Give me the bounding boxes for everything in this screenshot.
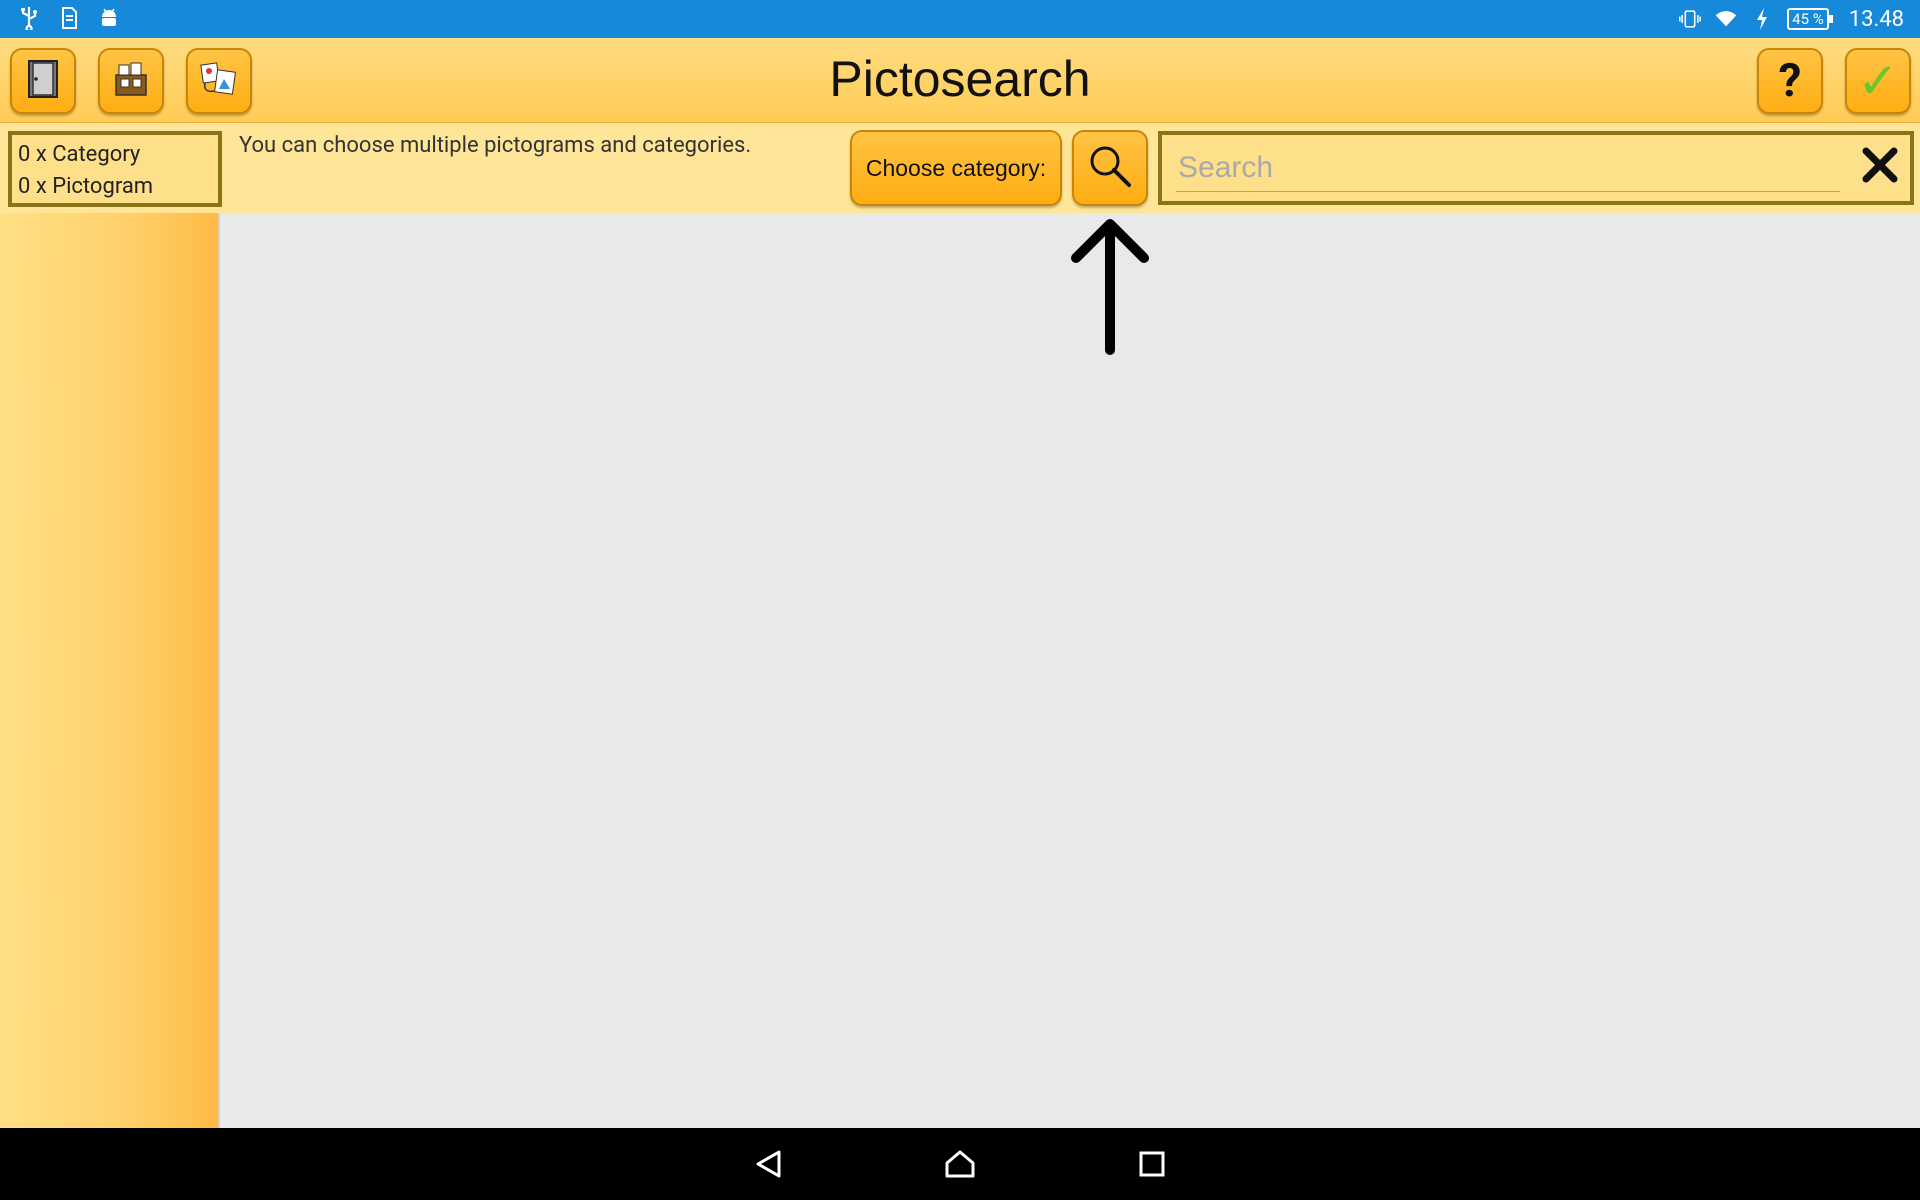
clear-search-button[interactable] [1858, 145, 1902, 189]
check-icon: ✓ [1857, 52, 1899, 111]
recents-icon [1138, 1150, 1166, 1182]
status-bar-right: 45 % 13.48 [1679, 0, 1904, 38]
recents-button[interactable] [1132, 1146, 1172, 1186]
page-title: Pictosearch [829, 51, 1091, 107]
search-field [1158, 131, 1914, 205]
search-toolbar: 0 x Category 0 x Pictogram You can choos… [0, 123, 1920, 213]
help-button[interactable]: ? [1757, 48, 1823, 114]
accept-button[interactable]: ✓ [1845, 48, 1911, 114]
battery-indicator: 45 % [1787, 8, 1833, 30]
usb-icon [18, 6, 40, 30]
status-bar: 45 % 13.48 [0, 0, 1920, 38]
home-button[interactable] [940, 1146, 980, 1186]
category-count: 0 x Category [18, 142, 141, 167]
android-icon [98, 6, 120, 30]
wifi-icon [1715, 7, 1737, 31]
navigation-bar [0, 1128, 1920, 1200]
vibrate-icon [1679, 7, 1702, 31]
selection-counter: 0 x Category 0 x Pictogram [8, 131, 222, 207]
sd-card-icon [58, 6, 80, 30]
choose-category-button[interactable]: Choose category: [850, 130, 1062, 206]
charging-icon [1751, 7, 1773, 31]
status-bar-left [18, 6, 120, 30]
app-header: Pictosearch ? ✓ [0, 38, 1920, 123]
pictogram-count: 0 x Pictogram [18, 174, 154, 199]
hint-text: You can choose multiple pictograms and c… [239, 133, 752, 158]
search-input[interactable] [1176, 145, 1840, 192]
back-button[interactable] [749, 1146, 789, 1186]
up-arrow-icon [1068, 218, 1152, 362]
help-icon: ? [1778, 54, 1802, 108]
home-icon [944, 1149, 976, 1183]
search-button[interactable] [1072, 130, 1148, 206]
close-icon [1862, 147, 1898, 187]
category-sidebar[interactable] [0, 213, 220, 1128]
clock: 13.48 [1848, 6, 1904, 32]
search-icon [1087, 143, 1133, 193]
back-icon [754, 1149, 784, 1183]
